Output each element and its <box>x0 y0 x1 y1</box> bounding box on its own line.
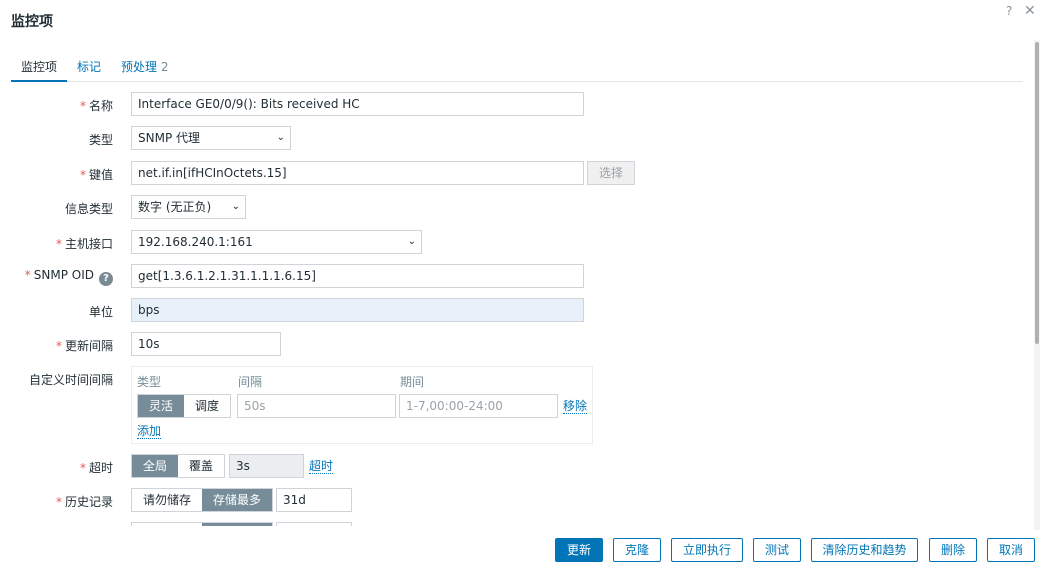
snmp-oid-label: * SNMP OID? <box>25 268 113 286</box>
update-button[interactable]: 更新 <box>555 538 603 562</box>
type-select[interactable]: SNMP 代理 ⌄ <box>131 126 291 150</box>
tab-preprocessing[interactable]: 预处理 2 <box>121 58 168 82</box>
flexible-option[interactable]: 灵活 <box>138 395 185 417</box>
preprocessing-count-badge: 2 <box>160 60 169 74</box>
snmp-oid-input[interactable]: get[1.3.6.1.2.1.31.1.1.1.6.15] <box>131 264 584 288</box>
execute-now-button[interactable]: 立即执行 <box>671 538 743 562</box>
history-do-not-store-option[interactable]: 请勿储存 <box>132 489 203 511</box>
history-store-up-to-option[interactable]: 存储最多 <box>202 489 273 511</box>
interval-input[interactable]: 50s <box>237 394 396 418</box>
column-header-interval: 间隔 <box>238 375 263 389</box>
chevron-down-icon: ⌄ <box>407 236 416 247</box>
tab-preprocessing-label: 预处理 <box>121 60 158 74</box>
key-input[interactable]: net.if.in[ifHCInOctets.15] <box>131 161 584 185</box>
info-type-label: 信息类型 <box>64 202 113 216</box>
tab-tags[interactable]: 标记 <box>77 58 101 82</box>
cancel-button[interactable]: 取消 <box>987 538 1035 562</box>
interval-type-toggle: 灵活 调度 <box>137 394 232 418</box>
item-form: * 名称 Interface GE0/0/9(): Bits received H… <box>0 86 1032 526</box>
timeout-input: 3s <box>229 454 304 478</box>
trends-do-not-store-option[interactable]: 请勿储存 <box>132 523 203 526</box>
history-input[interactable]: 31d <box>276 488 352 512</box>
timeout-settings-link[interactable]: 超时 <box>309 459 334 474</box>
scrollbar-thumb[interactable] <box>1035 42 1039 344</box>
host-interface-label: * 主机接口 <box>55 237 113 251</box>
trends-input[interactable] <box>276 522 352 526</box>
clone-button[interactable]: 克隆 <box>613 538 661 562</box>
timeout-toggle: 全局 覆盖 <box>131 454 226 478</box>
chevron-down-icon: ⌄ <box>231 201 240 212</box>
trends-toggle: 请勿储存 存储最多 <box>131 522 274 526</box>
column-header-period: 期间 <box>400 375 425 389</box>
timeout-label: * 超时 <box>79 461 113 475</box>
period-input[interactable]: 1-7,00:00-24:00 <box>399 394 558 418</box>
help-icon[interactable]: ? <box>99 272 113 286</box>
type-label: 类型 <box>88 133 113 147</box>
name-input[interactable]: Interface GE0/0/9(): Bits received HC <box>131 92 584 116</box>
column-header-type: 类型 <box>137 375 162 389</box>
test-button[interactable]: 测试 <box>753 538 801 562</box>
dialog-title: 监控项 <box>11 14 53 30</box>
name-label: * 名称 <box>79 99 113 113</box>
timeout-global-option[interactable]: 全局 <box>132 455 179 477</box>
timeout-override-option[interactable]: 覆盖 <box>178 455 225 477</box>
tab-bar: 监控项 标记 预处理 2 <box>11 56 1023 82</box>
close-icon[interactable]: ✕ <box>1024 3 1036 19</box>
units-label: 单位 <box>88 305 113 319</box>
add-interval-link[interactable]: 添加 <box>137 424 162 439</box>
history-label: * 历史记录 <box>55 495 113 509</box>
remove-interval-link[interactable]: 移除 <box>563 399 588 414</box>
info-type-select[interactable]: 数字 (无正负) ⌄ <box>131 195 246 219</box>
key-label: * 键值 <box>79 168 113 182</box>
select-key-button[interactable]: 选择 <box>587 161 635 185</box>
tab-tags-label: 标记 <box>77 60 102 74</box>
update-interval-input[interactable]: 10s <box>131 332 281 356</box>
update-interval-label: * 更新间隔 <box>55 339 113 353</box>
trends-store-up-to-option[interactable]: 存储最多 <box>202 523 273 526</box>
chevron-down-icon: ⌄ <box>276 132 285 143</box>
history-toggle: 请勿储存 存储最多 <box>131 488 274 512</box>
tab-item-label: 监控项 <box>21 60 58 74</box>
help-icon[interactable]: ? <box>1006 4 1012 18</box>
clear-history-button[interactable]: 清除历史和趋势 <box>811 538 918 562</box>
custom-intervals-table: 类型 间隔 期间 灵活 调度 50s 1-7,00:00-24:00 移除 添加 <box>131 366 593 444</box>
tab-item[interactable]: 监控项 <box>11 58 68 82</box>
custom-intervals-label: 自定义时间间隔 <box>28 373 113 387</box>
delete-button[interactable]: 删除 <box>929 538 977 562</box>
units-input[interactable]: bps <box>131 298 584 322</box>
scheduling-option[interactable]: 调度 <box>184 395 231 417</box>
host-interface-select[interactable]: 192.168.240.1:161 ⌄ <box>131 230 422 254</box>
